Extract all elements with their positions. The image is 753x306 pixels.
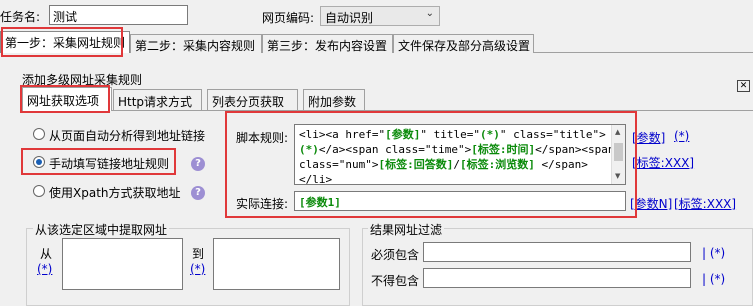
must-contain-link[interactable]: | (*) [702, 246, 725, 260]
actual-link-input[interactable]: [参数1] [294, 191, 626, 211]
subtab-http[interactable]: Http请求方式 [113, 89, 202, 110]
task-name-value: 测试 [53, 10, 78, 24]
from-label: 从 [40, 247, 53, 261]
must-not-contain-link[interactable]: | (*) [702, 272, 725, 286]
chevron-down-icon: ⌄ [425, 8, 434, 19]
script-line-4: </li> [299, 173, 333, 185]
option-xpath-label: 使用Xpath方式获取地址 [49, 186, 181, 200]
subtab-extra-params[interactable]: 附加参数 [303, 89, 365, 110]
to-label: 到 [192, 247, 205, 261]
close-icon[interactable]: ✕ [737, 80, 750, 92]
tab-file-save[interactable]: 文件保存及部分高级设置 [393, 34, 534, 53]
script-rule-textarea[interactable]: <li><a href="[参数]" title="(*)" class="ti… [294, 124, 626, 185]
task-name-label: 任务名: [0, 10, 41, 24]
subtab-http-label: Http请求方式 [118, 95, 193, 109]
to-textarea[interactable] [213, 238, 340, 290]
radio-manual-rule[interactable] [33, 156, 45, 168]
scroll-up-icon: ▲ [615, 128, 621, 136]
script-scrollbar[interactable]: ▲ ▼ [611, 125, 625, 184]
tab-step2[interactable]: 第二步：采集内容规则 [130, 34, 262, 53]
option-manual-rule-label: 手动填写链接地址规则 [49, 157, 170, 171]
must-contain-label: 必须包含 [371, 248, 420, 262]
must-not-contain-input[interactable] [423, 268, 691, 288]
option-auto-analyze-label: 从页面自动分析得到地址链接 [49, 129, 206, 143]
filter-group [362, 228, 753, 306]
from-wildcard-link[interactable]: (*) [37, 262, 52, 276]
scroll-thumb[interactable] [614, 143, 623, 161]
radio-auto-analyze[interactable] [33, 128, 45, 140]
actual-link-value: [参数1] [299, 196, 341, 209]
param-n-link[interactable]: [参数N] [630, 195, 672, 212]
tab-step2-label: 第二步：采集内容规则 [135, 39, 256, 53]
tab-file-save-label: 文件保存及部分高级设置 [398, 39, 531, 53]
must-not-contain-label: 不得包含 [371, 274, 420, 288]
filter-title: 结果网址过滤 [368, 221, 445, 238]
script-rule-label: 脚本规则: [236, 131, 289, 145]
tab-step1-label: 第一步：采集网址规则 [5, 36, 126, 50]
tab-step3-label: 第三步：发布内容设置 [267, 39, 388, 53]
extract-region-title: 从该选定区域中提取网址 [33, 221, 170, 238]
subtab-strip-line [20, 110, 753, 111]
help-icon[interactable]: ? [191, 157, 205, 171]
help-icon[interactable]: ? [191, 186, 205, 200]
script-line-1: <li><a href="[参数]" title="(*)" class="ti… [299, 128, 606, 141]
task-name-input[interactable]: 测试 [49, 5, 188, 25]
tab-step1[interactable]: 第一步：采集网址规则 [0, 31, 130, 53]
encoding-label: 网页编码: [262, 11, 315, 25]
subtab-extra-params-label: 附加参数 [308, 95, 357, 109]
actual-tag-link[interactable]: [标签:XXX] [674, 195, 736, 212]
must-contain-input[interactable] [423, 242, 691, 262]
radio-xpath[interactable] [33, 185, 45, 197]
param-link[interactable]: [参数] [632, 129, 665, 146]
tag-link[interactable]: [标签:XXX] [632, 154, 694, 171]
tab-step3[interactable]: 第三步：发布内容设置 [262, 34, 393, 53]
to-wildcard-link[interactable]: (*) [190, 262, 205, 276]
from-textarea[interactable] [62, 238, 183, 290]
encoding-value: 自动识别 [325, 11, 374, 25]
script-line-2: (*)</a><span class="time">[标签:时间]</span>… [299, 143, 615, 156]
subtab-url-options-label: 网址获取选项 [27, 94, 100, 108]
encoding-select[interactable]: 自动识别 ⌄ [320, 6, 440, 26]
subtab-pagination[interactable]: 列表分页获取 [207, 89, 298, 110]
actual-link-label: 实际连接: [236, 197, 289, 211]
section-title: 添加多级网址采集规则 [22, 73, 143, 87]
subtab-url-options[interactable]: 网址获取选项 [22, 87, 112, 111]
subtab-pagination-label: 列表分页获取 [212, 95, 285, 109]
script-line-3: class="num">[标签:回答数]/[标签:浏览数] </span> [299, 158, 588, 171]
scroll-down-icon: ▼ [615, 172, 621, 180]
wildcard-link[interactable]: (*) [674, 129, 689, 143]
